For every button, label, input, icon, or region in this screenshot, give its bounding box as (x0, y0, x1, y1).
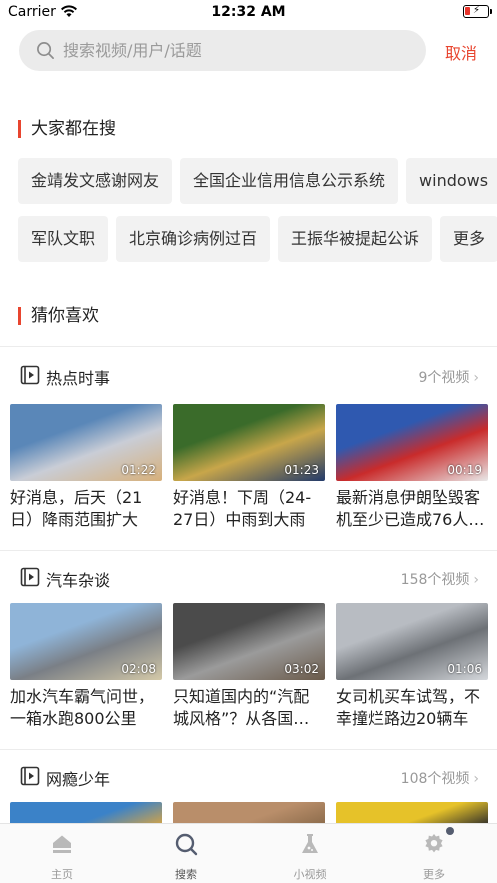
video-duration: 03:02 (284, 662, 319, 676)
video-card[interactable]: 02:08 加水汽车霸气问世，一箱水跑800公里 (10, 603, 162, 730)
hot-search-title: 大家都在搜 (18, 120, 116, 138)
search-input[interactable] (63, 30, 413, 71)
video-title: 好消息！下周（24-27日）中雨到大雨 (173, 488, 312, 529)
battery-icon: ⚡ (463, 5, 492, 18)
tab-label: 主页 (51, 868, 73, 881)
video-thumbnail: 03:02 (173, 603, 325, 680)
video-duration: 02:08 (121, 662, 156, 676)
video-card[interactable]: 01:06 女司机买车试驾，不幸撞烂路边20辆车 (336, 603, 488, 730)
divider (0, 749, 497, 750)
video-thumbnail: 01:23 (173, 404, 325, 481)
video-title: 好消息，后天（21日）降雨范围扩大 (10, 488, 143, 529)
category-title: 网瘾少年 (46, 770, 111, 789)
tab-short-video[interactable]: 小视频 (248, 824, 372, 883)
gear-icon (425, 834, 443, 853)
status-bar: Carrier 12:32 AM ⚡ (0, 0, 497, 26)
video-duration: 01:06 (447, 662, 482, 676)
video-card[interactable]: 01:22 好消息，后天（21日）降雨范围扩大 (10, 404, 162, 531)
tab-more[interactable]: 更多 (372, 824, 496, 883)
home-icon (53, 835, 71, 853)
video-thumbnail: 01:06 (336, 603, 488, 680)
video-card[interactable]: 03:02 只知道国内的“汽配城风格”？从各国改装看 (173, 603, 325, 730)
video-duration: 01:22 (121, 463, 156, 477)
chevron-right-icon: › (473, 771, 479, 787)
search-icon (175, 833, 198, 856)
video-title: 女司机买车试驾，不幸撞烂路边20辆车 (336, 687, 481, 728)
video-card[interactable]: 00:19 最新消息伊朗坠毁客机至少已造成76人遇难 (336, 404, 488, 531)
flask-icon (302, 834, 318, 853)
video-thumbnail: 01:22 (10, 404, 162, 481)
category-title: 热点时事 (46, 369, 111, 388)
hot-search-tag[interactable]: 王振华被提起公诉 (278, 216, 433, 262)
search-bar[interactable] (19, 30, 426, 71)
hot-search-tag[interactable]: 军队文职 (18, 216, 109, 262)
video-title: 加水汽车霸气问世，一箱水跑800公里 (10, 687, 155, 728)
category-header-cars[interactable]: 汽车杂谈 158个视频 › (0, 562, 497, 592)
category-count[interactable]: 9个视频 › (418, 367, 479, 387)
video-play-icon (20, 766, 40, 786)
video-thumbnail: 00:19 (336, 404, 488, 481)
video-thumbnail: 02:08 (10, 603, 162, 680)
divider (0, 550, 497, 551)
hot-search-tag[interactable]: windows (406, 158, 497, 204)
notification-badge (446, 827, 454, 835)
tab-bar: 主页 搜索 小视频 更多 (0, 823, 497, 883)
clock: 12:32 AM (211, 4, 286, 20)
video-duration: 00:19 (447, 463, 482, 477)
guess-title: 猜你喜欢 (18, 307, 99, 325)
hot-search-tag[interactable]: 北京确诊病例过百 (116, 216, 271, 262)
category-header-gamers[interactable]: 网瘾少年 108个视频 › (0, 761, 497, 791)
category-count[interactable]: 158个视频 › (401, 569, 479, 589)
category-title: 汽车杂谈 (46, 571, 111, 590)
category-count[interactable]: 108个视频 › (401, 768, 479, 788)
chevron-right-icon: › (473, 370, 479, 386)
divider (0, 346, 497, 347)
search-icon (37, 42, 54, 59)
hot-search-tag[interactable]: 金靖发文感谢网友 (18, 158, 173, 204)
tab-label: 小视频 (293, 868, 327, 881)
video-play-icon (20, 365, 40, 385)
video-play-icon (20, 567, 40, 587)
category-header-news[interactable]: 热点时事 9个视频 › (0, 360, 497, 390)
hot-search-tag[interactable]: 更多 (440, 216, 497, 262)
video-duration: 01:23 (284, 463, 319, 477)
tab-label: 更多 (423, 868, 445, 881)
hot-search-row-1: 金靖发文感谢网友 全国企业信用信息公示系统 windows (18, 158, 497, 204)
tab-search[interactable]: 搜索 (124, 824, 248, 883)
chevron-right-icon: › (473, 572, 479, 588)
hot-search-row-2: 军队文职 北京确诊病例过百 王振华被提起公诉 更多 (18, 216, 497, 262)
hot-search-tag[interactable]: 全国企业信用信息公示系统 (180, 158, 399, 204)
cancel-button[interactable]: 取消 (445, 40, 477, 64)
video-title: 只知道国内的“汽配城风格”？从各国改装看 (173, 687, 310, 728)
tab-label: 搜索 (175, 868, 197, 881)
video-card[interactable]: 01:23 好消息！下周（24-27日）中雨到大雨 (173, 404, 325, 531)
video-title: 最新消息伊朗坠毁客机至少已造成76人遇难 (336, 488, 485, 529)
tab-home[interactable]: 主页 (0, 824, 124, 883)
